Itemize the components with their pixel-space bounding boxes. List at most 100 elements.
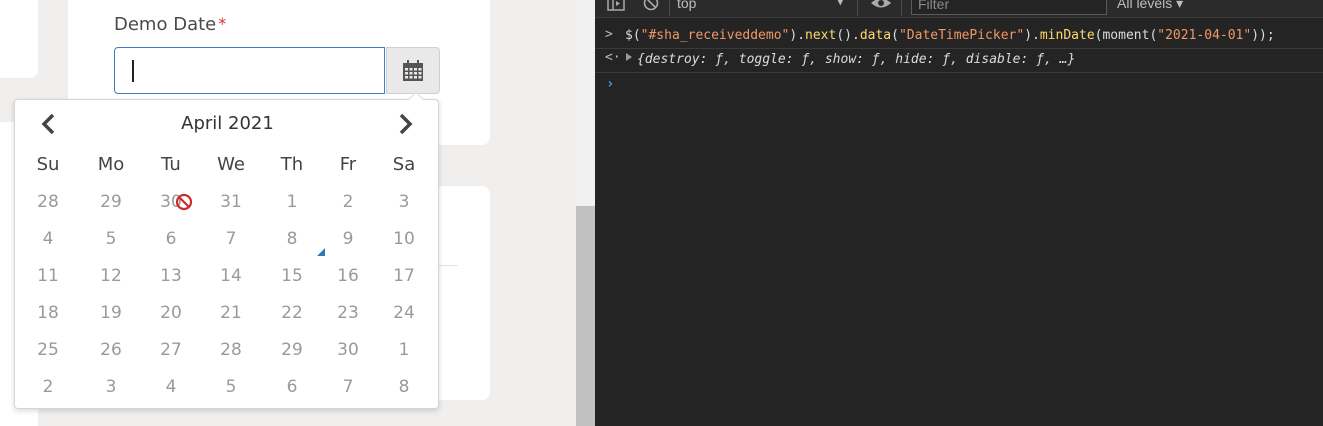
day-cell[interactable]: 2 (323, 192, 373, 212)
day-cell[interactable]: 16 (323, 266, 373, 286)
day-cell-today[interactable]: 8 (261, 229, 325, 256)
chevron-left-icon (41, 113, 55, 135)
day-cell[interactable]: 1 (261, 192, 323, 212)
day-cell[interactable]: 30 (323, 340, 373, 360)
next-month-button[interactable] (395, 112, 417, 136)
code-string: "#sha_receiveddemo" (640, 28, 790, 43)
day-cell[interactable]: 25 (15, 340, 81, 360)
picker-pointer-fill (409, 93, 423, 100)
web-page: Demo Date * April 2021 Su Mo Tu We Th Fr… (0, 0, 576, 426)
day-cell[interactable]: 21 (201, 303, 261, 323)
devtools-console: top ▼ Filter All levels ▾ > $("#sha_rece… (595, 0, 1323, 426)
console-result-line: <· {destroy: ƒ, toggle: ƒ, show: ƒ, hide… (595, 48, 1323, 73)
console-prompt-line[interactable]: › (595, 72, 1323, 98)
page-scrollbar[interactable] (576, 0, 595, 426)
day-cell[interactable]: 19 (81, 303, 141, 323)
code-token: ). (1024, 28, 1040, 43)
day-cell[interactable]: 17 (373, 266, 435, 286)
day-cell[interactable]: 26 (81, 340, 141, 360)
day-cell[interactable]: 28 (15, 192, 81, 212)
day-cell[interactable]: 6 (141, 229, 201, 249)
result-arrow-icon: <· (605, 50, 621, 65)
week-row: 25 26 27 28 29 30 1 (15, 331, 440, 368)
day-cell[interactable]: 7 (201, 229, 261, 249)
eye-icon[interactable] (870, 0, 892, 12)
day-cell[interactable]: 1 (373, 340, 435, 360)
console-command[interactable]: $("#sha_receiveddemo").next().data("Date… (625, 28, 1275, 43)
weekday-header-row: Su Mo Tu We Th Fr Sa (15, 146, 440, 183)
day-cell[interactable]: 22 (261, 303, 323, 323)
not-allowed-icon (175, 193, 193, 210)
code-function: data (859, 28, 892, 43)
code-token: $( (625, 28, 641, 43)
week-row: 4 5 6 7 8 9 10 (15, 220, 440, 257)
code-token: )); (1251, 28, 1275, 43)
day-cell[interactable]: 28 (201, 340, 261, 360)
day-cell[interactable]: 24 (373, 303, 435, 323)
day-cell[interactable]: 4 (141, 377, 201, 397)
console-filter-input[interactable]: Filter (911, 0, 1107, 15)
day-cell[interactable]: 6 (261, 377, 323, 397)
day-cell[interactable]: 18 (15, 303, 81, 323)
day-cell[interactable]: 13 (141, 266, 201, 286)
input-chevron-icon: > (605, 27, 613, 42)
demo-date-label: Demo Date * (114, 14, 226, 35)
demo-date-label-text: Demo Date (114, 14, 217, 35)
required-asterisk: * (218, 14, 227, 33)
code-function: minDate (1039, 28, 1095, 43)
day-cell[interactable]: 3 (81, 377, 141, 397)
toolbar-separator (901, 0, 902, 16)
console-input-line: > $("#sha_receiveddemo").next().data("Da… (595, 25, 1323, 49)
day-cell[interactable]: 4 (15, 229, 81, 249)
scrollbar-thumb[interactable] (576, 206, 595, 426)
day-cell[interactable]: 9 (323, 229, 373, 249)
day-cell-text: 31 (220, 191, 242, 212)
day-cell[interactable]: 2 (15, 377, 81, 397)
month-title[interactable]: April 2021 (125, 113, 330, 134)
day-cell[interactable]: 10 (373, 229, 435, 249)
weekday-label: Mo (97, 154, 125, 175)
code-token: (). (836, 28, 860, 43)
week-row: 18 19 20 21 22 23 24 (15, 294, 440, 331)
code-token: ( (891, 28, 899, 43)
day-cell[interactable]: 3 (373, 192, 435, 212)
day-cell[interactable]: 5 (81, 229, 141, 249)
day-cell[interactable]: 29 (81, 192, 141, 212)
weekday-label: We (217, 154, 245, 175)
day-cell-disabled: 31 (175, 191, 261, 212)
code-string: "2021-04-01" (1157, 28, 1252, 43)
console-result-object[interactable]: {destroy: ƒ, toggle: ƒ, show: ƒ, hide: ƒ… (637, 52, 1075, 67)
day-cell[interactable]: 8 (373, 377, 435, 397)
toolbar-separator (857, 0, 858, 16)
log-levels-dropdown[interactable]: All levels ▾ (1117, 0, 1183, 12)
expand-triangle-icon[interactable] (626, 53, 632, 61)
code-token: ). (789, 28, 806, 43)
day-cell[interactable]: 5 (201, 377, 261, 397)
prompt-chevron-icon: › (606, 76, 615, 92)
day-cell[interactable]: 27 (141, 340, 201, 360)
demo-date-input[interactable] (114, 47, 385, 94)
week-row: 11 12 13 14 15 16 17 (15, 257, 440, 294)
day-cell[interactable]: 15 (261, 266, 323, 286)
code-string: "DateTimePicker" (898, 28, 1025, 43)
day-cell[interactable]: 7 (323, 377, 373, 397)
day-cell[interactable]: 11 (15, 266, 81, 286)
day-cell[interactable]: 23 (323, 303, 373, 323)
clear-console-icon[interactable] (642, 0, 660, 12)
calendar-icon (403, 59, 423, 81)
day-cell[interactable]: 14 (201, 266, 261, 286)
text-cursor (132, 60, 134, 82)
day-cell[interactable]: 20 (141, 303, 201, 323)
context-caret-icon: ▼ (837, 0, 844, 8)
week-row: 2 3 4 5 6 7 8 (15, 368, 440, 405)
previous-month-button[interactable] (37, 112, 59, 136)
weekday-label: Su (36, 154, 60, 175)
calendar-toggle-button[interactable] (386, 47, 440, 94)
chevron-right-icon (399, 113, 413, 135)
day-cell[interactable]: 12 (81, 266, 141, 286)
weekday-label: Tu (161, 154, 181, 175)
toolbar-separator (669, 0, 670, 16)
sidebar-toggle-icon[interactable] (607, 0, 625, 12)
day-cell[interactable]: 29 (261, 340, 323, 360)
context-select[interactable]: top (677, 0, 837, 13)
